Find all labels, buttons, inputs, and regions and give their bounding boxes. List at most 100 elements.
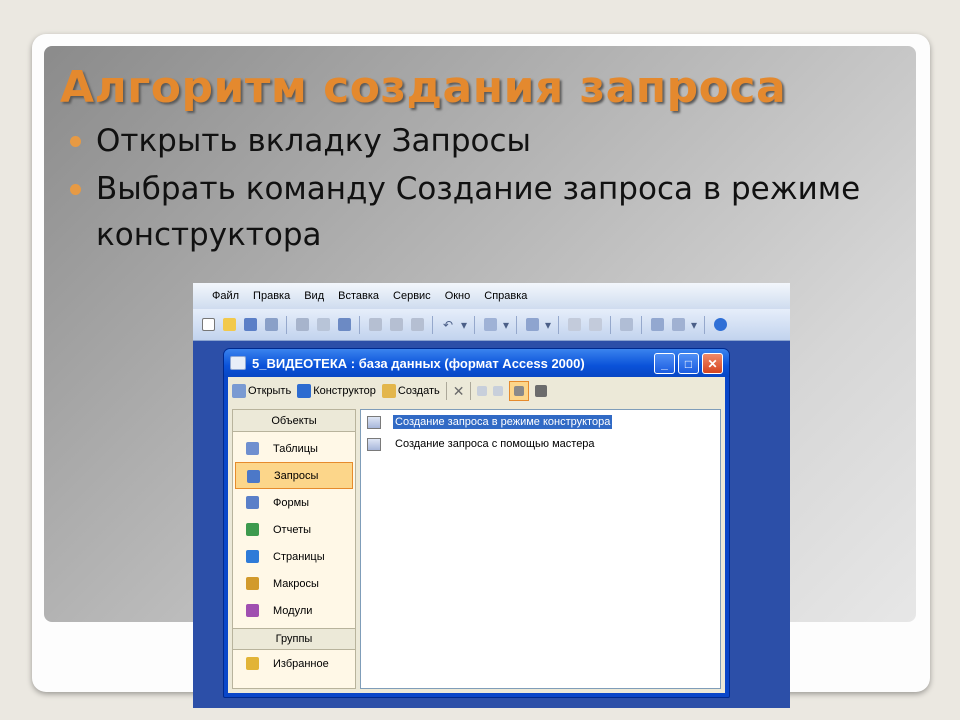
database-window: 5_ВИДЕОТЕКА : база данных (формат Access…: [223, 348, 730, 698]
new-icon[interactable]: [199, 316, 217, 334]
menu-view[interactable]: Вид: [297, 290, 331, 302]
sidebar-item-label: Формы: [273, 496, 310, 509]
sidebar-item-favorites[interactable]: Избранное: [233, 650, 355, 677]
sidebar-item-label: Отчеты: [273, 523, 312, 536]
undo-icon[interactable]: ↶: [439, 316, 457, 334]
objects-pane: Объекты Таблицы Запросы Формы Отчеты Стр…: [232, 409, 356, 689]
page-icon: [246, 550, 259, 563]
toolbar-separator: [286, 315, 287, 334]
create-button[interactable]: Создать: [381, 384, 440, 398]
new-object-icon[interactable]: [669, 316, 687, 334]
bullet-item: Открыть вкладку Запросы: [66, 118, 866, 164]
menu-help[interactable]: Справка: [477, 290, 534, 302]
sidebar-item-forms[interactable]: Формы: [233, 489, 355, 516]
toolbar-separator: [474, 315, 475, 334]
window-controls: _ □ ✕: [654, 353, 723, 374]
bullet-text: Открыть вкладку Запросы: [96, 123, 531, 159]
form-icon: [246, 496, 259, 509]
close-button[interactable]: ✕: [702, 353, 723, 374]
database-icon: [230, 356, 246, 370]
chevron-down-icon[interactable]: ▾: [690, 316, 698, 334]
analyze-icon[interactable]: [523, 316, 541, 334]
relationships-icon[interactable]: [648, 316, 666, 334]
query-icon: [247, 470, 260, 483]
open-object-icon: [232, 384, 246, 398]
toolbar-separator: [558, 315, 559, 334]
save-icon[interactable]: [241, 316, 259, 334]
code-icon[interactable]: [565, 316, 583, 334]
toolbar-separator: [359, 315, 360, 334]
toolbar-separator: [516, 315, 517, 334]
chevron-down-icon[interactable]: ▾: [460, 316, 468, 334]
large-icons-view-icon[interactable]: [477, 386, 488, 396]
help-icon[interactable]: [711, 316, 729, 334]
menu-tools[interactable]: Сервис: [386, 290, 438, 302]
query-design-icon: [367, 415, 381, 429]
sidebar-item-macros[interactable]: Макросы: [233, 570, 355, 597]
report-icon: [246, 523, 259, 536]
menu-insert[interactable]: Вставка: [331, 290, 386, 302]
chevron-down-icon[interactable]: ▾: [502, 316, 510, 334]
design-button[interactable]: Конструктор: [297, 384, 376, 398]
properties-icon[interactable]: [617, 316, 635, 334]
list-item-create-query-design[interactable]: Создание запроса в режиме конструктора: [367, 414, 613, 430]
menu-file[interactable]: Файл: [205, 290, 246, 302]
design-button-label: Конструктор: [313, 385, 376, 397]
bullet-dot-icon: [70, 184, 81, 195]
macro-icon: [246, 577, 259, 590]
open-icon[interactable]: [220, 316, 238, 334]
cut-icon[interactable]: [366, 316, 384, 334]
database-window-body: Объекты Таблицы Запросы Формы Отчеты Стр…: [228, 405, 725, 693]
script-icon[interactable]: [586, 316, 604, 334]
toolbar-separator: [470, 382, 472, 400]
maximize-button[interactable]: □: [678, 353, 699, 374]
small-icons-view-icon[interactable]: [493, 386, 504, 396]
sidebar-item-label: Запросы: [274, 469, 319, 482]
create-button-label: Создать: [397, 385, 440, 397]
search-icon[interactable]: [262, 316, 280, 334]
menu-edit[interactable]: Правка: [246, 290, 297, 302]
minimize-button[interactable]: _: [654, 353, 675, 374]
toolbar-separator: [445, 382, 447, 400]
toolbar-separator: [641, 315, 642, 334]
bullet-dot-icon: [70, 136, 81, 147]
sidebar-item-pages[interactable]: Страницы: [233, 543, 355, 570]
bullet-list: Открыть вкладку Запросы Выбрать команду …: [66, 118, 866, 258]
sidebar-item-label: Таблицы: [273, 442, 318, 455]
slide-title: Алгоритм создания запроса: [60, 62, 787, 113]
chevron-down-icon[interactable]: ▾: [544, 316, 552, 334]
sidebar-item-label: Страницы: [273, 550, 325, 563]
sidebar-item-reports[interactable]: Отчеты: [233, 516, 355, 543]
list-view-icon[interactable]: [509, 381, 530, 401]
list-item-create-query-wizard[interactable]: Создание запроса с помощью мастера: [367, 436, 597, 452]
sidebar-item-queries[interactable]: Запросы: [235, 462, 353, 489]
bullet-item: Выбрать команду Создание запроса в режим…: [66, 166, 866, 258]
database-window-title: 5_ВИДЕОТЕКА : база данных (формат Access…: [252, 355, 585, 371]
copy-icon[interactable]: [387, 316, 405, 334]
sidebar-item-modules[interactable]: Модули: [233, 597, 355, 624]
spelling-icon[interactable]: [335, 316, 353, 334]
groups-header[interactable]: Группы: [233, 628, 355, 650]
database-toolbar: Открыть Конструктор Создать ✕: [228, 377, 725, 405]
print-icon[interactable]: [293, 316, 311, 334]
create-object-icon: [381, 384, 396, 398]
paste-icon[interactable]: [408, 316, 426, 334]
sidebar-item-label: Избранное: [273, 657, 329, 670]
database-window-titlebar[interactable]: 5_ВИДЕОТЕКА : база данных (формат Access…: [224, 349, 729, 377]
office-links-icon[interactable]: [481, 316, 499, 334]
sidebar-item-tables[interactable]: Таблицы: [233, 435, 355, 462]
queries-list: Создание запроса в режиме конструктора С…: [360, 409, 721, 689]
delete-button[interactable]: ✕: [453, 383, 465, 400]
preview-icon[interactable]: [314, 316, 332, 334]
table-icon: [246, 442, 259, 455]
sidebar-item-label: Модули: [273, 604, 313, 617]
main-toolbar: ↶ ▾ ▾ ▾ ▾: [193, 309, 790, 341]
list-item-label: Создание запроса с помощью мастера: [395, 438, 595, 450]
open-button[interactable]: Открыть: [232, 384, 291, 398]
objects-header[interactable]: Объекты: [233, 410, 355, 432]
favorites-icon: [246, 657, 259, 670]
menu-window[interactable]: Окно: [438, 290, 478, 302]
details-view-icon[interactable]: [535, 385, 548, 397]
open-button-label: Открыть: [248, 385, 292, 397]
menu-bar: Файл Правка Вид Вставка Сервис Окно Спра…: [193, 283, 790, 309]
